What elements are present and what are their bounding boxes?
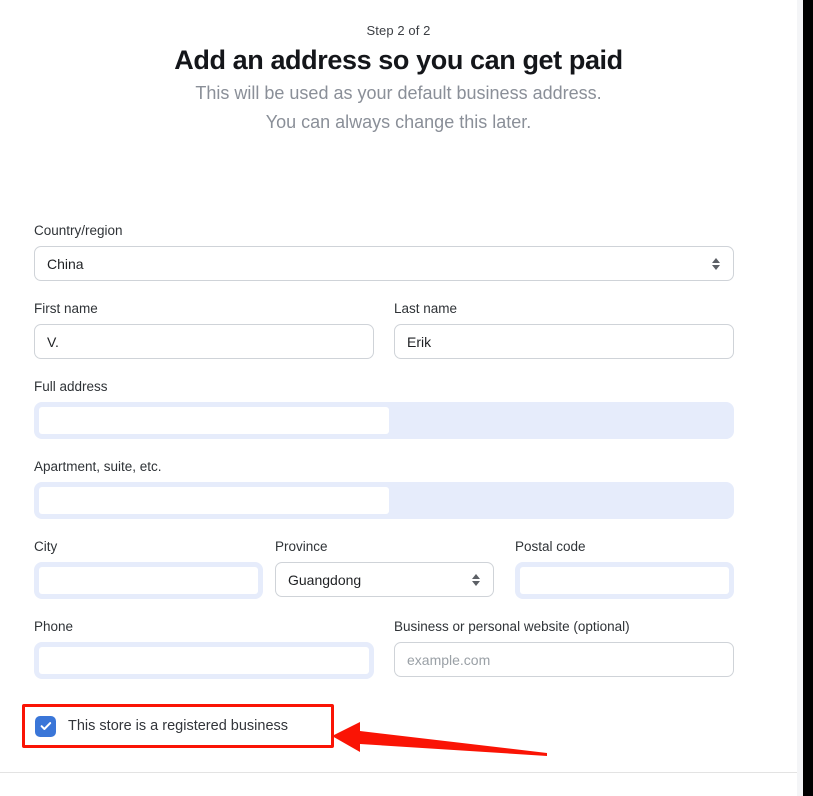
full-address-label: Full address	[34, 379, 108, 394]
first-name-label: First name	[34, 301, 98, 316]
first-name-input[interactable]: V.	[34, 324, 374, 359]
page-title: Add an address so you can get paid	[174, 45, 623, 75]
city-field-group: City	[34, 538, 263, 599]
apartment-value	[39, 487, 389, 514]
footer-divider	[0, 772, 797, 773]
province-select[interactable]: Guangdong	[275, 562, 494, 597]
postal-code-label: Postal code	[515, 539, 586, 554]
full-address-input[interactable]	[34, 402, 734, 439]
phone-website-row: Phone Business or personal website (opti…	[34, 618, 734, 679]
last-name-field-group: Last name Erik	[394, 300, 734, 359]
last-name-input[interactable]: Erik	[394, 324, 734, 359]
province-field-group: Province Guangdong	[275, 538, 494, 599]
full-address-value	[39, 407, 389, 434]
page-root: Step 2 of 2 Add an address so you can ge…	[0, 0, 797, 796]
postal-code-input[interactable]	[515, 562, 734, 599]
website-input[interactable]: example.com	[394, 642, 734, 677]
last-name-label: Last name	[394, 301, 458, 316]
first-name-field-group: First name V.	[34, 300, 374, 359]
city-province-postal-row: City Province Guangdong Postal code	[34, 538, 734, 599]
last-name-value: Erik	[407, 333, 432, 350]
page-subtitle-line-2: You can always change this later.	[265, 112, 532, 132]
website-placeholder: example.com	[407, 651, 491, 668]
address-form: Country/region China First name V. Last …	[34, 222, 734, 698]
postal-code-field-group: Postal code	[515, 538, 734, 599]
province-value: Guangdong	[288, 571, 362, 588]
registered-business-checkbox-row[interactable]: This store is a registered business	[35, 712, 288, 740]
registered-business-label: This store is a registered business	[68, 718, 289, 734]
country-value: China	[47, 255, 84, 272]
country-select[interactable]: China	[34, 246, 734, 281]
website-label: Business or personal website (optional)	[394, 619, 630, 634]
checkmark-icon	[40, 722, 51, 730]
city-label: City	[34, 539, 58, 554]
country-label: Country/region	[34, 223, 123, 238]
city-value	[39, 567, 258, 594]
website-field-group: Business or personal website (optional) …	[394, 618, 734, 679]
city-input[interactable]	[34, 562, 263, 599]
step-indicator: Step 2 of 2	[366, 23, 431, 38]
name-row: First name V. Last name Erik	[34, 300, 734, 359]
phone-label: Phone	[34, 619, 74, 634]
registered-business-checkbox[interactable]	[35, 715, 56, 737]
phone-input[interactable]	[34, 642, 374, 679]
phone-value	[39, 647, 369, 674]
apartment-field-group: Apartment, suite, etc.	[34, 458, 734, 519]
annotation-arrow-icon	[332, 722, 547, 756]
page-header: Step 2 of 2 Add an address so you can ge…	[0, 0, 797, 135]
postal-code-value	[520, 567, 729, 594]
first-name-value: V.	[47, 333, 59, 350]
stepper-updown-icon	[471, 572, 481, 588]
stepper-updown-icon	[711, 256, 721, 272]
full-address-field-group: Full address	[34, 378, 734, 439]
apartment-input[interactable]	[34, 482, 734, 519]
country-field-group: Country/region China	[34, 222, 734, 281]
phone-field-group: Phone	[34, 618, 374, 679]
apartment-label: Apartment, suite, etc.	[34, 459, 162, 474]
page-subtitle-line-1: This will be used as your default busine…	[195, 83, 602, 103]
window-right-edge	[803, 0, 813, 796]
province-label: Province	[275, 539, 328, 554]
